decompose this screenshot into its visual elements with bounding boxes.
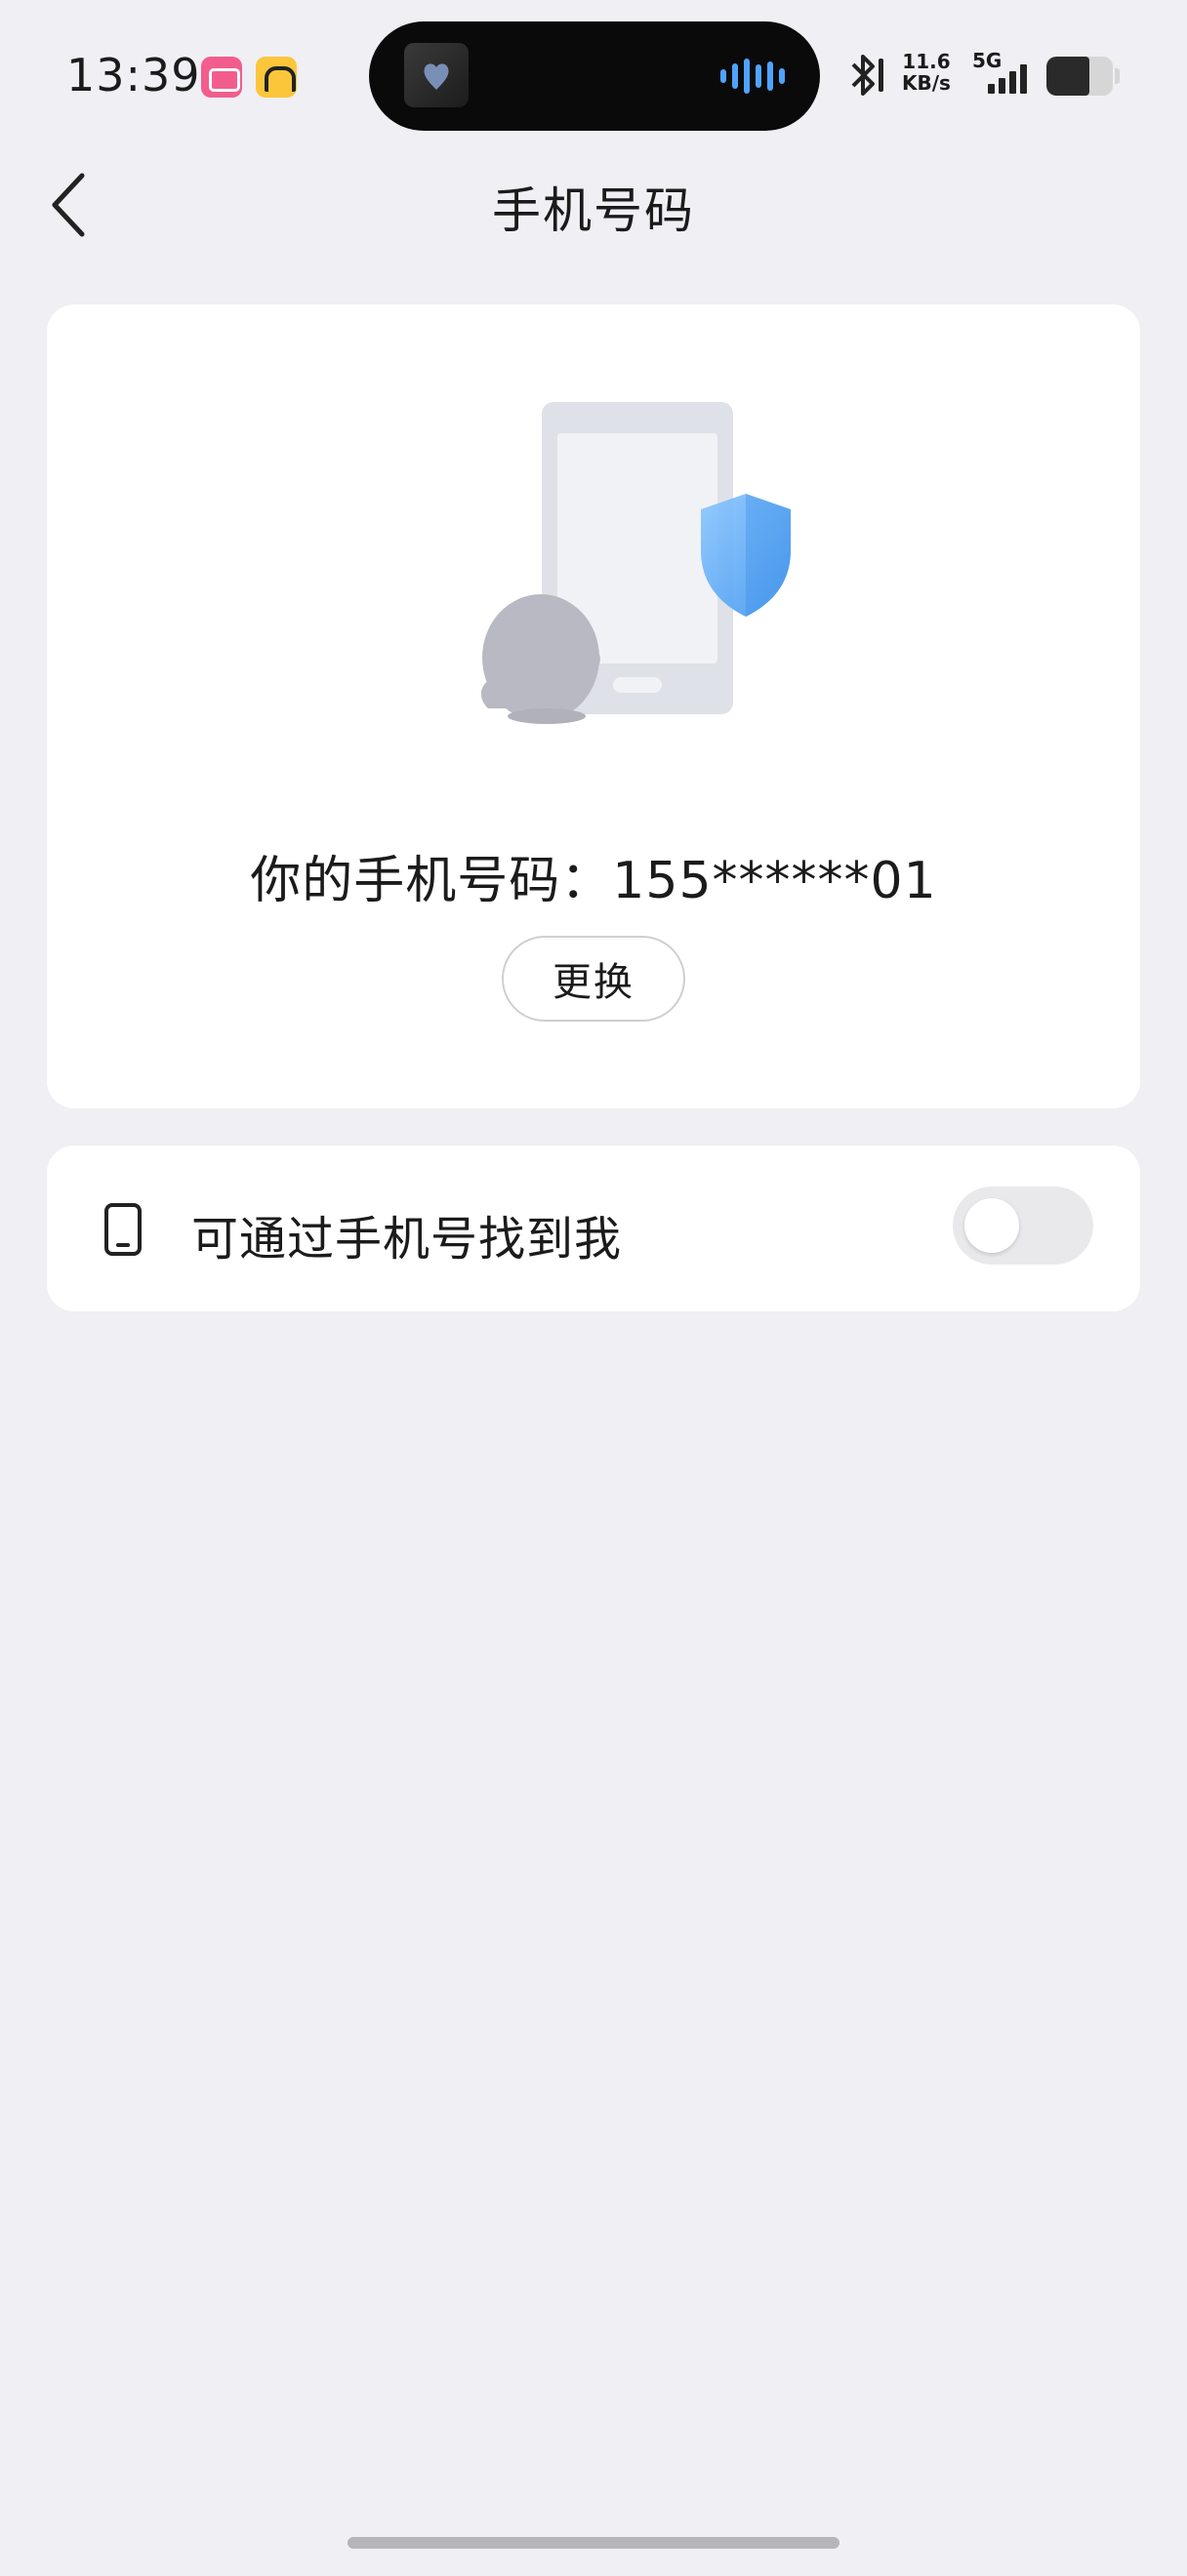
phone-number-card: 你的手机号码：155******01 更换	[47, 304, 1140, 1108]
dynamic-island[interactable]	[369, 21, 820, 131]
signal-strength-icon	[988, 60, 1027, 94]
bilibili-icon	[201, 57, 242, 98]
find-by-phone-card: 可通过手机号找到我	[47, 1146, 1140, 1311]
speed-value: 11.6	[902, 50, 951, 73]
battery-fill	[1046, 57, 1090, 96]
speed-unit: KB/s	[902, 71, 951, 95]
find-by-phone-row[interactable]: 可通过手机号找到我	[47, 1146, 1140, 1311]
page-title: 手机号码	[492, 182, 695, 239]
find-by-phone-toggle[interactable]	[953, 1187, 1093, 1265]
status-bar: 13:39 11.6 KB/s 5G	[0, 0, 1187, 146]
toggle-knob	[964, 1198, 1019, 1253]
battery-tip	[1115, 68, 1120, 84]
music-cover-icon	[404, 43, 469, 107]
phone-number-screen: 13:39 11.6 KB/s 5G 手机号码 你的手机号码：155******…	[0, 0, 1187, 2576]
network-speed: 11.6 KB/s	[902, 51, 951, 94]
mobile-phone-icon	[104, 1203, 142, 1256]
didi-icon	[256, 57, 297, 98]
home-indicator[interactable]	[348, 2537, 839, 2549]
find-by-phone-label: 可通过手机号找到我	[191, 1212, 623, 1267]
change-phone-button[interactable]: 更换	[502, 936, 685, 1022]
status-time: 13:39	[66, 49, 201, 101]
phone-shield-illustration	[480, 402, 791, 724]
nav-bar: 手机号码	[0, 146, 1187, 263]
bluetooth-icon	[851, 55, 883, 96]
battery-icon	[1046, 57, 1113, 96]
phone-number-label: 你的手机号码：155******01	[250, 852, 937, 910]
voice-wave-icon	[720, 59, 785, 94]
